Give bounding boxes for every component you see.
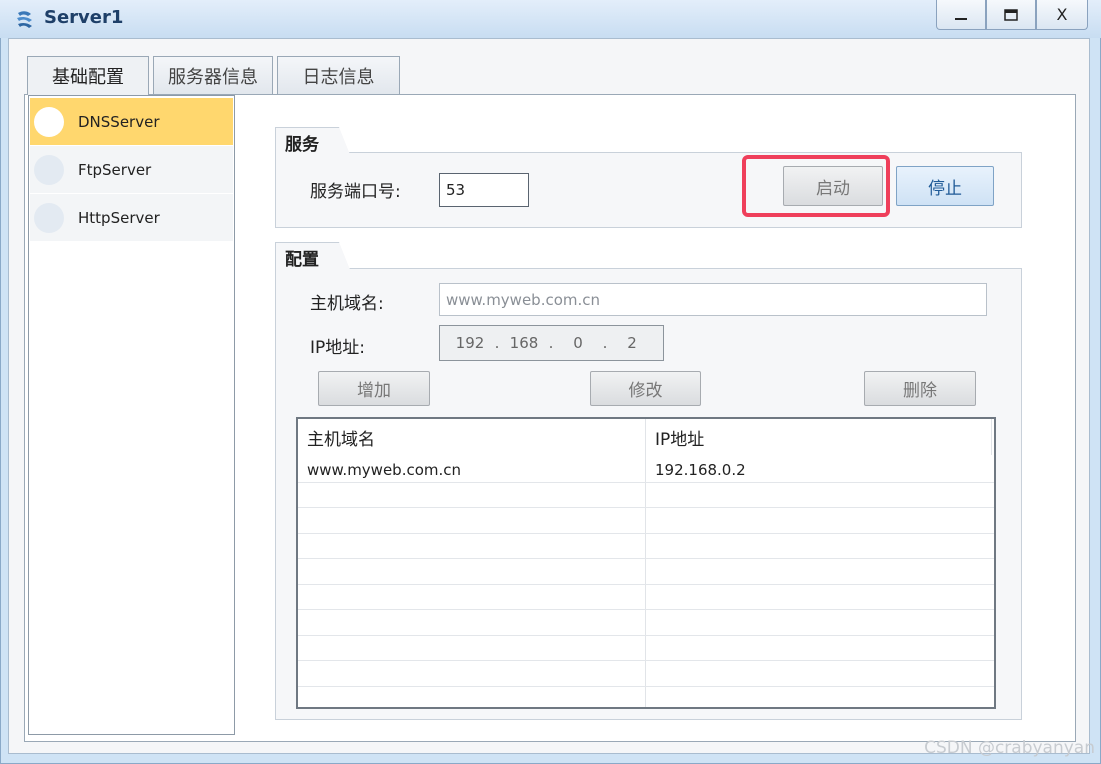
row-divider [298,533,994,534]
window-title: Server1 [44,7,124,28]
ip-octet-4[interactable]: 2 [614,334,650,352]
ip-octet-3[interactable]: 0 [560,334,596,352]
maximize-button[interactable] [986,0,1036,30]
ip-octet-2[interactable]: 168 [506,334,542,352]
tab-label: 日志信息 [302,66,375,88]
row-divider [298,686,994,687]
column-header-host[interactable]: 主机域名 [298,419,644,455]
maximize-icon [1004,8,1018,21]
server-status-icon [34,202,64,233]
close-icon: X [1056,5,1068,24]
cell-host: www.myweb.com.cn [307,460,462,479]
modify-button[interactable]: 修改 [590,371,701,406]
tab-log-info[interactable]: 日志信息 [277,56,400,94]
delete-button[interactable]: 删除 [864,371,976,406]
sidebar-item-httpserver[interactable]: HttpServer [30,194,233,241]
watermark: CSDN @crabyanyan [924,738,1095,758]
ip-label: IP地址: [310,338,365,358]
sidebar-item-label: HttpServer [78,208,160,227]
ip-octet-1[interactable]: 192 [452,334,488,352]
port-input[interactable]: 53 [439,173,529,207]
row-divider [298,635,994,636]
stop-button[interactable]: 停止 [896,166,994,206]
server-status-icon [34,154,64,185]
column-divider [991,419,992,455]
tab-server-info[interactable]: 服务器信息 [153,56,273,94]
minimize-button[interactable] [936,0,986,30]
ip-separator: . [602,334,608,352]
host-label: 主机域名: [310,294,384,314]
row-divider [298,482,994,483]
tab-label: 服务器信息 [168,66,258,88]
sidebar-item-dnsserver[interactable]: DNSServer [30,98,233,145]
tab-label: 基础配置 [52,67,124,88]
row-divider [298,660,994,661]
table-row[interactable]: www.myweb.com.cn 192.168.0.2 [298,457,994,482]
dns-records-table[interactable]: 主机域名 IP地址 www.myweb.com.cn 192.168.0.2 [296,417,996,709]
ip-separator: . [494,334,500,352]
host-input[interactable]: www.myweb.com.cn [439,283,987,316]
row-divider [298,609,994,610]
ip-input[interactable]: 192 . 168 . 0 . 2 [439,325,664,361]
start-button[interactable]: 启动 [783,166,883,206]
sidebar-item-ftpserver[interactable]: FtpServer [30,146,233,193]
add-button[interactable]: 增加 [318,371,430,406]
cell-ip: 192.168.0.2 [655,460,746,479]
ip-separator: . [548,334,554,352]
minimize-icon [955,17,967,20]
row-divider [298,507,994,508]
tab-basic-config[interactable]: 基础配置 [27,56,149,95]
sidebar-item-label: DNSServer [78,112,160,131]
server-status-icon [34,106,64,137]
port-label: 服务端口号: [310,182,401,202]
row-divider [298,558,994,559]
sidebar-item-label: FtpServer [78,160,152,179]
server-app-icon [17,11,32,28]
close-button[interactable]: X [1036,0,1088,30]
column-header-ip[interactable]: IP地址 [646,419,992,455]
row-divider [298,584,994,585]
